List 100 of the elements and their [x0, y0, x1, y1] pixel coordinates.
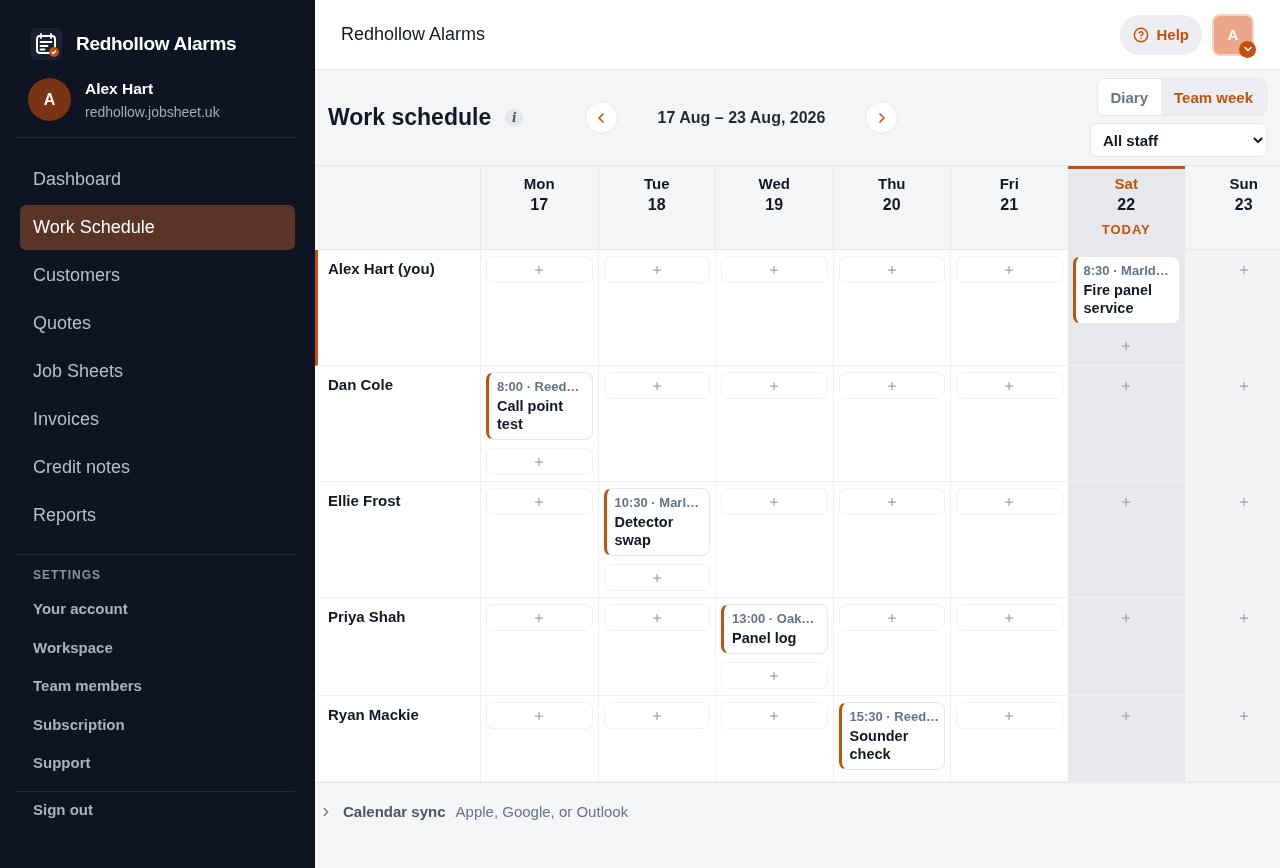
- plus-icon: [533, 455, 546, 468]
- job-time: 15:30 · Reed…: [849, 709, 936, 724]
- plus-icon: [650, 379, 663, 392]
- staff-select[interactable]: All staff: [1090, 123, 1267, 157]
- add-job-button[interactable]: [721, 372, 828, 399]
- day-name: Sat: [1114, 175, 1138, 192]
- day-date: 19: [765, 196, 784, 214]
- job-title: Sounder check: [849, 727, 910, 763]
- help-button[interactable]: Help: [1120, 14, 1202, 55]
- plus-icon: [1003, 709, 1016, 722]
- add-job-button[interactable]: [603, 702, 710, 729]
- staff-name: Alex Hart (you): [315, 250, 480, 366]
- settings-link[interactable]: Subscription: [33, 705, 295, 745]
- nav-item[interactable]: Quotes: [20, 301, 295, 346]
- staff-name: Priya Shah: [315, 598, 480, 696]
- day-date: 22: [1117, 196, 1136, 214]
- schedule-title: Work schedule: [328, 104, 492, 131]
- plus-icon: [885, 611, 898, 624]
- settings-link[interactable]: Support: [33, 744, 295, 783]
- add-job-button[interactable]: [956, 702, 1063, 729]
- plus-icon: [1120, 379, 1133, 392]
- add-job-button[interactable]: [721, 702, 828, 729]
- add-job-button[interactable]: [603, 564, 710, 591]
- next-week-button[interactable]: [865, 101, 899, 134]
- settings-link[interactable]: Your account: [33, 590, 295, 629]
- user-domain: redhollow.jobsheet.uk: [85, 103, 220, 120]
- nav-item[interactable]: Reports: [20, 493, 295, 538]
- user-name: Alex Hart: [85, 79, 155, 98]
- job-time: 8:30 · Marld…: [1083, 263, 1170, 278]
- nav-item[interactable]: Job Sheets: [20, 349, 295, 394]
- add-job-button[interactable]: [956, 488, 1063, 515]
- staff-name: Ellie Frost: [315, 482, 480, 598]
- add-job-button[interactable]: [838, 604, 945, 631]
- plus-icon: [1237, 263, 1250, 276]
- plus-icon: [1237, 495, 1250, 508]
- plus-icon: [768, 669, 781, 682]
- add-job-button[interactable]: [486, 256, 593, 283]
- help-icon: [1133, 26, 1150, 43]
- add-job-button[interactable]: [956, 256, 1063, 283]
- sign-out-link[interactable]: Sign out: [16, 791, 295, 818]
- add-job-button[interactable]: [838, 372, 945, 399]
- brand-name: Redhollow Alarms: [76, 33, 237, 55]
- plus-icon: [1237, 709, 1250, 722]
- nav-item[interactable]: Customers: [20, 253, 295, 298]
- job-card[interactable]: 15:30 · Reed… Sounder check: [838, 702, 945, 770]
- job-title: Fire panel service: [1083, 281, 1153, 317]
- add-job-button[interactable]: [603, 604, 710, 631]
- day-name: Thu: [878, 175, 906, 192]
- day-name: Wed: [758, 175, 790, 192]
- job-card[interactable]: 13:00 · Oak… Panel log: [721, 604, 828, 654]
- settings-link[interactable]: Team members: [33, 667, 295, 706]
- plus-icon: [650, 709, 663, 722]
- day-name: Tue: [643, 175, 670, 192]
- add-job-button[interactable]: [838, 256, 945, 283]
- add-job-button[interactable]: [486, 702, 593, 729]
- plus-icon: [1120, 339, 1133, 352]
- add-job-button[interactable]: [956, 372, 1063, 399]
- calendar-sync-detail: Apple, Google, or Outlook: [455, 803, 629, 820]
- today-label: TODAY: [1101, 222, 1151, 237]
- job-card[interactable]: 10:30 · Marl… Detector swap: [603, 488, 710, 556]
- plus-icon: [1003, 611, 1016, 624]
- job-title: Detector swap: [614, 513, 675, 549]
- add-job-button[interactable]: [721, 256, 828, 283]
- settings-link[interactable]: Workspace: [33, 628, 295, 668]
- day-date: 17: [530, 196, 549, 214]
- add-job-button[interactable]: [721, 488, 828, 515]
- previous-week-button[interactable]: [584, 101, 618, 134]
- add-job-button[interactable]: [603, 256, 710, 283]
- nav-item[interactable]: Invoices: [20, 397, 295, 442]
- nav-item[interactable]: Dashboard: [20, 157, 295, 202]
- nav-item[interactable]: Credit notes: [20, 445, 295, 490]
- job-card[interactable]: 8:00 · Reed… Call point test: [486, 372, 593, 440]
- staff-name: Dan Cole: [315, 366, 480, 482]
- add-job-button[interactable]: [486, 488, 593, 515]
- plus-icon: [768, 495, 781, 508]
- plus-icon: [768, 263, 781, 276]
- plus-icon: [768, 379, 781, 392]
- job-time: 10:30 · Marl…: [614, 495, 701, 510]
- plus-icon: [1003, 263, 1016, 276]
- info-icon[interactable]: i: [505, 108, 524, 127]
- calendar-sync-toggle[interactable]: Calendar sync: [343, 803, 446, 820]
- add-job-button[interactable]: [603, 372, 710, 399]
- plus-icon: [885, 263, 898, 276]
- view-tab[interactable]: Team week: [1161, 79, 1266, 115]
- plus-icon: [1120, 495, 1133, 508]
- day-name: Mon: [523, 175, 555, 192]
- plus-icon: [1003, 379, 1016, 392]
- day-date: 21: [1000, 196, 1019, 214]
- plus-icon: [650, 571, 663, 584]
- add-job-button[interactable]: [486, 448, 593, 475]
- nav-item[interactable]: Work Schedule: [20, 205, 295, 250]
- plus-icon: [885, 495, 898, 508]
- add-job-button[interactable]: [956, 604, 1063, 631]
- add-job-button[interactable]: [486, 604, 593, 631]
- job-title: Call point test: [497, 397, 565, 433]
- add-job-button[interactable]: [721, 662, 828, 689]
- add-job-button[interactable]: [838, 488, 945, 515]
- day-name: Fri: [999, 175, 1019, 192]
- plus-icon: [885, 379, 898, 392]
- job-card[interactable]: 8:30 · Marld… Fire panel service: [1072, 256, 1180, 324]
